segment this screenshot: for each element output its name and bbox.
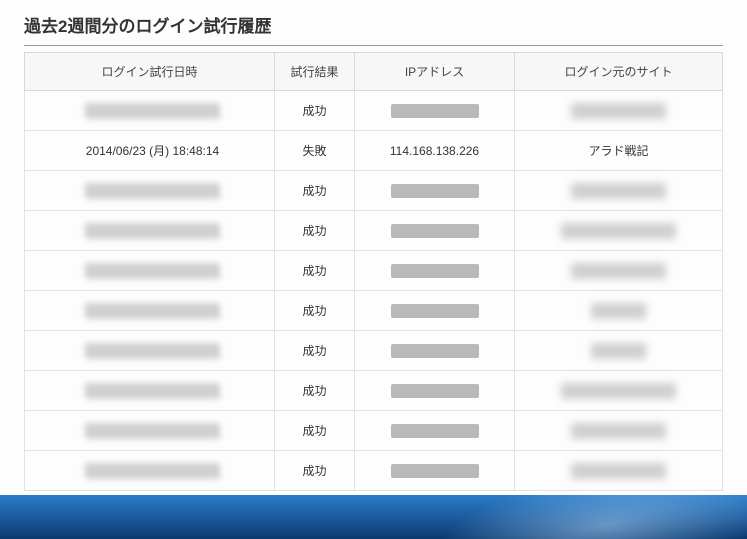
- cell-ip: [355, 211, 515, 251]
- cell-ip: [355, 451, 515, 491]
- header-ip: IPアドレス: [355, 53, 515, 91]
- cell-datetime: [25, 411, 275, 451]
- header-result: 試行結果: [275, 53, 355, 91]
- cell-result: 成功: [275, 451, 355, 491]
- table-row: 成功: [25, 411, 723, 451]
- header-site: ログイン元のサイト: [515, 53, 723, 91]
- cell-ip: [355, 171, 515, 211]
- redacted-ip: [391, 224, 479, 238]
- cell-result: 成功: [275, 211, 355, 251]
- cell-site: [515, 171, 723, 211]
- footer-banner: [0, 495, 747, 539]
- cell-site: [515, 291, 723, 331]
- table-row: 成功: [25, 371, 723, 411]
- redacted-datetime: [85, 423, 220, 439]
- redacted-ip: [391, 384, 479, 398]
- cell-datetime: [25, 371, 275, 411]
- cell-datetime: [25, 211, 275, 251]
- cell-site: [515, 251, 723, 291]
- redacted-datetime: [85, 223, 220, 239]
- cell-datetime: [25, 91, 275, 131]
- table-row: 成功: [25, 451, 723, 491]
- redacted-datetime: [85, 463, 220, 479]
- redacted-datetime: [85, 263, 220, 279]
- cell-site: [515, 411, 723, 451]
- cell-ip: [355, 91, 515, 131]
- cell-result: 失敗: [275, 131, 355, 171]
- login-history-table: ログイン試行日時 試行結果 IPアドレス ログイン元のサイト 成功2014/06…: [24, 52, 723, 491]
- redacted-ip: [391, 344, 479, 358]
- title-divider: [24, 45, 723, 46]
- redacted-site: [561, 223, 676, 239]
- cell-ip: [355, 251, 515, 291]
- cell-datetime: [25, 291, 275, 331]
- table-row: 成功: [25, 91, 723, 131]
- table-row: 成功: [25, 251, 723, 291]
- page-title: 過去2週間分のログイン試行履歴: [24, 12, 723, 37]
- table-row: 成功: [25, 211, 723, 251]
- redacted-site: [571, 263, 666, 279]
- cell-result: 成功: [275, 251, 355, 291]
- cell-datetime: [25, 451, 275, 491]
- redacted-ip: [391, 464, 479, 478]
- cell-site: [515, 331, 723, 371]
- cell-site: アラド戦記: [515, 131, 723, 171]
- redacted-ip: [391, 264, 479, 278]
- redacted-datetime: [85, 383, 220, 399]
- redacted-site: [591, 343, 646, 359]
- redacted-datetime: [85, 103, 220, 119]
- table-row: 成功: [25, 291, 723, 331]
- cell-result: 成功: [275, 331, 355, 371]
- cell-datetime: 2014/06/23 (月) 18:48:14: [25, 131, 275, 171]
- cell-result: 成功: [275, 171, 355, 211]
- cell-datetime: [25, 251, 275, 291]
- cell-ip: [355, 291, 515, 331]
- cell-ip: [355, 371, 515, 411]
- redacted-datetime: [85, 183, 220, 199]
- table-header-row: ログイン試行日時 試行結果 IPアドレス ログイン元のサイト: [25, 53, 723, 91]
- table-row: 成功: [25, 171, 723, 211]
- cell-ip: [355, 411, 515, 451]
- redacted-site: [571, 183, 666, 199]
- redacted-site: [571, 423, 666, 439]
- redacted-site: [591, 303, 646, 319]
- cell-site: [515, 451, 723, 491]
- cell-site: [515, 211, 723, 251]
- redacted-datetime: [85, 303, 220, 319]
- cell-datetime: [25, 171, 275, 211]
- redacted-ip: [391, 424, 479, 438]
- redacted-ip: [391, 104, 479, 118]
- redacted-site: [571, 103, 666, 119]
- cell-result: 成功: [275, 371, 355, 411]
- header-datetime: ログイン試行日時: [25, 53, 275, 91]
- redacted-site: [561, 383, 676, 399]
- cell-datetime: [25, 331, 275, 371]
- table-row: 2014/06/23 (月) 18:48:14失敗114.168.138.226…: [25, 131, 723, 171]
- redacted-ip: [391, 184, 479, 198]
- redacted-datetime: [85, 343, 220, 359]
- cell-result: 成功: [275, 91, 355, 131]
- cell-result: 成功: [275, 411, 355, 451]
- cell-site: [515, 91, 723, 131]
- cell-site: [515, 371, 723, 411]
- table-row: 成功: [25, 331, 723, 371]
- cell-ip: [355, 331, 515, 371]
- redacted-site: [571, 463, 666, 479]
- cell-ip: 114.168.138.226: [355, 131, 515, 171]
- redacted-ip: [391, 304, 479, 318]
- cell-result: 成功: [275, 291, 355, 331]
